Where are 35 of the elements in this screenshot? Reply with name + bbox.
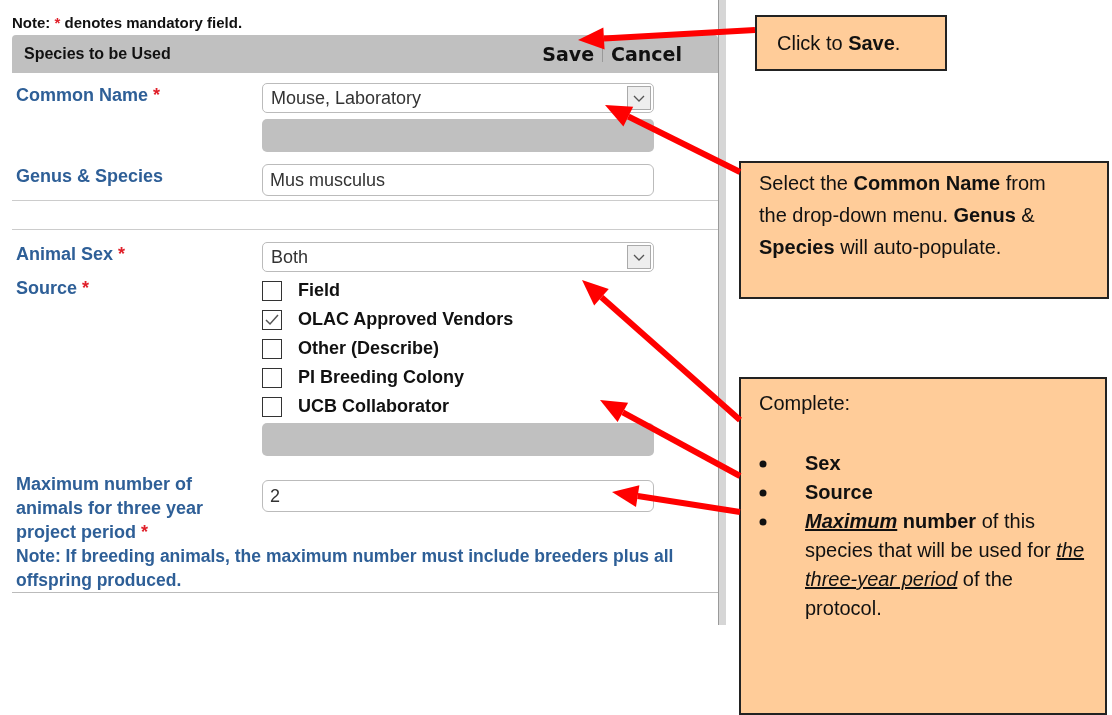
field-label: Source * — [16, 277, 91, 300]
bullet-icon — [759, 489, 767, 497]
section-title: Species to be Used — [24, 45, 171, 63]
dropdown-field[interactable]: Mouse, Laboratory — [262, 83, 654, 113]
checkbox[interactable] — [262, 338, 282, 359]
chevron-down-icon — [627, 245, 651, 269]
field-label: Common Name * — [16, 84, 162, 107]
input-field[interactable]: 2 — [262, 480, 654, 512]
footnote-text: Note: If breeding animals, the maximum number must include breeders plus all offspring produced. — [12, 544, 718, 593]
action-button[interactable]: Cancel — [611, 43, 682, 65]
action-button[interactable]: Save — [542, 43, 595, 65]
bullet-text: Sex — [805, 451, 841, 476]
checkbox-option[interactable]: OLAC Approved Vendors — [262, 309, 654, 330]
callout-text: Complete: — [759, 391, 852, 416]
callout-text: Click to Save. — [777, 31, 902, 56]
checkbox[interactable] — [262, 396, 282, 417]
callout-text: Select the Common Name from the drop-down menu. Genus & Species will auto-populate. — [759, 171, 1047, 260]
checkbox-option[interactable]: Other (Describe) — [262, 338, 654, 359]
bullet-icon — [759, 518, 767, 526]
checkbox-option[interactable]: UCB Collaborator — [262, 396, 654, 417]
checkbox-option[interactable]: PI Breeding Colony — [262, 367, 654, 388]
chevron-down-icon — [627, 86, 651, 110]
checkbox[interactable] — [262, 309, 282, 330]
field-label: Maximum number of animals for three year project period * — [16, 473, 205, 544]
field-label: Animal Sex * — [16, 243, 127, 266]
bullet-text: Maximum number of this species that will be used for the three-year period of the protocol. — [805, 509, 1086, 621]
checkbox[interactable] — [262, 280, 282, 301]
checkbox[interactable] — [262, 367, 282, 388]
dropdown-field[interactable]: Both — [262, 242, 654, 272]
checkbox-option[interactable]: Field — [262, 280, 654, 301]
input-field[interactable]: Mus musculus — [262, 164, 654, 196]
note-text: Note: * denotes mandatory field. — [12, 14, 244, 31]
field-label: Genus & Species — [16, 165, 165, 188]
bullet-text: Source — [805, 480, 873, 505]
bullet-icon — [759, 460, 767, 468]
